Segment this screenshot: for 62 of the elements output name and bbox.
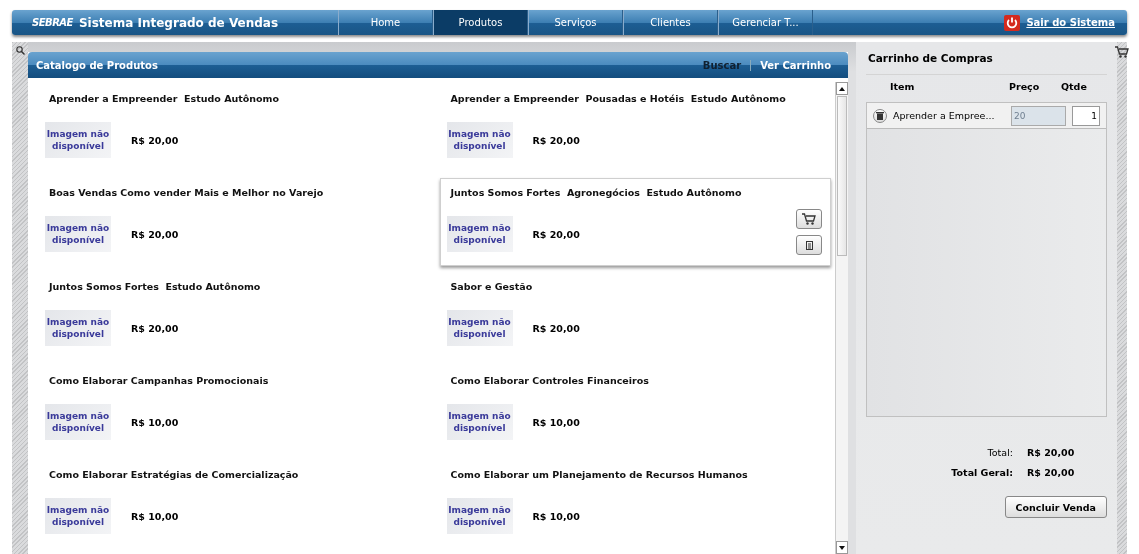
product-name: Como Elaborar um Planejamento de Recursos Humanos (450, 469, 749, 480)
catalog-title: Catalogo de Produtos (36, 59, 158, 71)
document-icon (805, 240, 813, 250)
nav-tab[interactable]: Gerenciar T... (718, 10, 813, 35)
nav-tab[interactable]: Serviços (528, 10, 623, 35)
product-name: Juntos Somos Fortes Agronegócios Estudo Autônomo (450, 187, 743, 198)
product-name: Juntos Somos Fortes Estudo Autônomo (49, 281, 262, 292)
logo: SEBRAE (32, 17, 73, 28)
details-button[interactable] (796, 235, 822, 255)
search-icon[interactable] (15, 46, 25, 55)
nav-tab[interactable]: Clientes (623, 10, 718, 35)
image-unavailable-label: Imagem não disponível (446, 216, 513, 252)
quantity-field[interactable]: 1 (1072, 105, 1100, 126)
remove-button[interactable] (873, 108, 887, 123)
image-unavailable-label: Imagem não disponível (45, 404, 111, 440)
power-icon[interactable] (1004, 14, 1021, 31)
product-name: Aprender a Empreender Estudo Autônomo (49, 93, 281, 104)
scroll-up-icon[interactable] (839, 86, 845, 91)
product-name: Boas Vendas Como vender Mais e Melhor no Varejo (49, 187, 325, 198)
scroll-down-icon[interactable] (839, 545, 845, 550)
app-title: Sistema Integrado de Vendas (78, 15, 279, 30)
cart-icon (802, 213, 816, 225)
product-price: R$ 20,00 (131, 134, 179, 146)
product-name: Sabor e Gestão (450, 281, 534, 292)
image-unavailable-label: Imagem não disponível (45, 310, 111, 346)
product-name: Aprender a Empreender Pousadas e Hotéis Estudo Autônomo (450, 93, 787, 104)
product-name: Como Elaborar Campanhas Promocionais (49, 375, 270, 386)
image-unavailable-label: Imagem não disponível (446, 404, 513, 440)
image-unavailable-label: Imagem não disponível (446, 122, 513, 158)
total-value: R$ 20,00 (1027, 447, 1076, 458)
product-name: Como Elaborar Estratégias de Comercialização (49, 469, 300, 480)
product-name: Como Elaborar Controles Financeiros (450, 375, 650, 386)
logout-link[interactable]: Sair do Sistema (1026, 17, 1115, 28)
trash-icon (876, 111, 884, 120)
header-link[interactable]: Buscar (693, 59, 752, 71)
product-price: R$ 20,00 (131, 228, 179, 240)
product-price: R$ 20,00 (131, 322, 179, 334)
total-label: Total: (986, 447, 1014, 458)
column-header: Qtde (1061, 81, 1088, 92)
add-to-cart-button[interactable] (796, 209, 822, 229)
image-unavailable-label: Imagem não disponível (45, 498, 111, 534)
cart-title: Carrinho de Compras (866, 52, 1107, 75)
product-price: R$ 20,00 (532, 322, 580, 334)
column-header: Item (890, 81, 916, 92)
product-price: R$ 10,00 (131, 510, 179, 522)
product-price: R$ 10,00 (532, 416, 580, 428)
image-unavailable-label: Imagem não disponível (446, 498, 513, 534)
product-price: R$ 20,00 (532, 134, 580, 146)
image-unavailable-label: Imagem não disponível (45, 216, 111, 252)
conclude-sale-button[interactable]: Concluir Venda (1004, 496, 1107, 518)
item-name: Aprender a Empree... (893, 110, 996, 121)
cart-icon (1115, 46, 1129, 58)
grand-total-label: Total Geral: (950, 467, 1014, 478)
product-price: R$ 10,00 (532, 510, 580, 522)
image-unavailable-label: Imagem não disponível (446, 310, 513, 346)
product-price: R$ 20,00 (532, 228, 580, 240)
grand-total-value: R$ 20,00 (1027, 467, 1076, 478)
image-unavailable-label: Imagem não disponível (45, 122, 111, 158)
nav-tab[interactable]: Produtos (433, 10, 528, 35)
column-header: Preço (1009, 81, 1041, 92)
product-price: R$ 10,00 (131, 416, 179, 428)
header-link[interactable]: Ver Carrinho (751, 59, 840, 71)
